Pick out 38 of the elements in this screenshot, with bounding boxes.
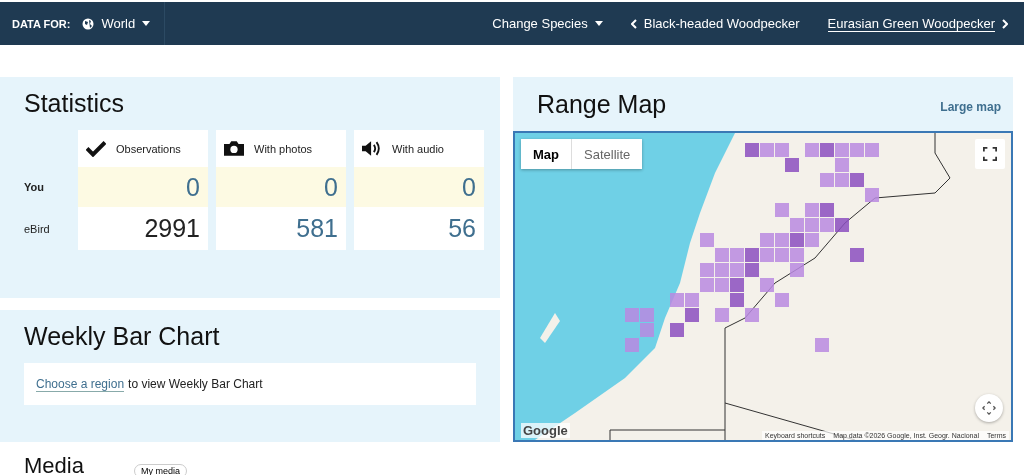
column-label: With photos xyxy=(254,142,313,155)
choose-region-link[interactable]: Choose a region xyxy=(36,376,125,392)
fullscreen-button[interactable] xyxy=(975,139,1005,169)
column-label: Observations xyxy=(116,142,181,155)
count-link[interactable]: 0 xyxy=(186,172,200,202)
map-logo: Google xyxy=(521,423,570,438)
column-label: With audio xyxy=(392,142,444,155)
section-title: Media xyxy=(24,454,84,475)
move-arrows-icon xyxy=(982,401,996,415)
section-title: Statistics xyxy=(24,89,126,118)
chevron-right-icon xyxy=(1002,18,1008,29)
data-for-label: DATA FOR: xyxy=(12,17,71,30)
large-map-link[interactable]: Large map xyxy=(940,100,1001,114)
count-link[interactable]: 0 xyxy=(324,172,338,202)
count-link[interactable]: 581 xyxy=(296,214,338,243)
chevron-left-icon xyxy=(630,18,637,29)
caret-icon xyxy=(594,21,603,26)
section-title: Weekly Bar Chart xyxy=(24,322,221,351)
row-label: eBird xyxy=(24,222,51,235)
region-selector[interactable]: World xyxy=(82,16,151,31)
count-value: 2991 xyxy=(144,214,200,243)
row-label: You xyxy=(24,181,45,193)
count-link[interactable]: 56 xyxy=(448,214,476,243)
map-type-tab[interactable]: Map xyxy=(521,139,572,169)
my-media-button[interactable]: My media xyxy=(133,464,187,475)
previous-species-link[interactable]: Black-headed Woodpecker xyxy=(630,16,800,31)
checkmark-icon xyxy=(86,140,106,157)
speaker-icon xyxy=(362,140,382,157)
next-species-link[interactable]: Eurasian Green Woodpecker xyxy=(827,15,1008,32)
fullscreen-icon xyxy=(983,147,997,161)
globe-icon xyxy=(82,17,95,30)
message-text: to view Weekly Bar Chart xyxy=(128,377,263,391)
count-link[interactable]: 0 xyxy=(462,172,476,202)
caret-icon xyxy=(142,21,151,26)
camera-icon xyxy=(224,140,244,157)
map-type-tab[interactable]: Satellite xyxy=(572,139,643,169)
change-species-button[interactable]: Change Species xyxy=(492,16,603,31)
section-title: Range Map xyxy=(537,89,667,119)
